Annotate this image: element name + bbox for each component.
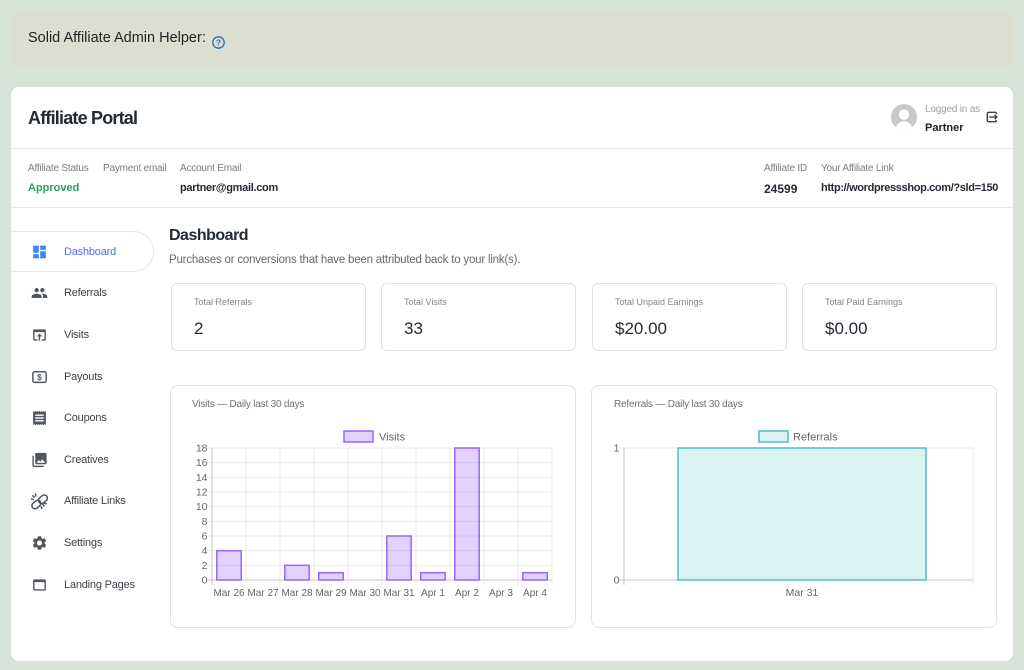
svg-text:?: ? [216,37,221,47]
svg-text:Mar 31: Mar 31 [786,587,819,599]
svg-text:4: 4 [202,545,208,557]
svg-text:1: 1 [614,443,620,455]
svg-text:12: 12 [196,487,208,499]
svg-text:Mar 28: Mar 28 [281,588,313,599]
svg-text:Visits — Daily last 30 days: Visits — Daily last 30 days [192,399,304,410]
svg-text:14: 14 [196,472,208,484]
svg-text:Referrals: Referrals [793,432,838,444]
svg-text:Apr 2: Apr 2 [455,588,479,599]
svg-text:Apr 3: Apr 3 [489,588,513,599]
svg-text:0: 0 [202,575,208,587]
svg-text:6: 6 [202,531,208,543]
svg-text:16: 16 [196,457,208,469]
svg-text:Mar 29: Mar 29 [315,588,347,599]
svg-text:Apr 1: Apr 1 [421,588,445,599]
svg-text:2: 2 [202,560,208,572]
svg-text:18: 18 [196,443,208,455]
svg-text:10: 10 [196,501,208,513]
svg-text:Referrals — Daily last 30 days: Referrals — Daily last 30 days [614,399,743,410]
svg-text:Mar 26: Mar 26 [213,588,245,599]
svg-text:8: 8 [202,516,208,528]
svg-text:Mar 31: Mar 31 [383,588,415,599]
svg-text:Visits: Visits [379,432,406,444]
svg-text:Mar 30: Mar 30 [349,588,381,599]
svg-text:$: $ [37,372,42,382]
svg-text:Mar 27: Mar 27 [247,588,279,599]
svg-text:0: 0 [614,575,620,587]
svg-text:Apr 4: Apr 4 [523,588,547,599]
